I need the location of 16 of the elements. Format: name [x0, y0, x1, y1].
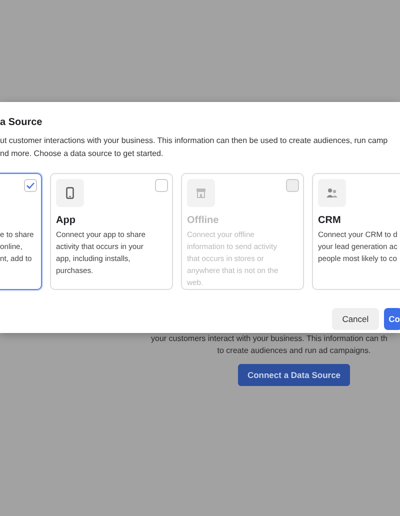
card-title: CRM [318, 215, 342, 227]
cancel-button[interactable]: Cancel [332, 308, 379, 330]
background-text: to create audiences and run ad campaigns. [217, 345, 371, 357]
confirm-button[interactable]: Co [384, 308, 400, 330]
people-icon [326, 188, 338, 198]
checkbox[interactable] [155, 179, 168, 192]
check-icon [26, 182, 35, 189]
dialog-title: a Source [0, 116, 42, 130]
checkbox[interactable] [24, 179, 37, 192]
connect-button[interactable]: Connect a Data Source [238, 364, 350, 386]
card-title: Offline [187, 215, 220, 227]
background-text: your customers interact with your business. This information can th [151, 333, 388, 345]
card-title: App [56, 215, 76, 227]
store-icon [196, 188, 206, 198]
dialog-description: ut customer interactions with your business. This information can then be used to create audiences, run camp nd more. Choose a data source to get started. [0, 135, 389, 160]
phone-icon [66, 187, 74, 199]
